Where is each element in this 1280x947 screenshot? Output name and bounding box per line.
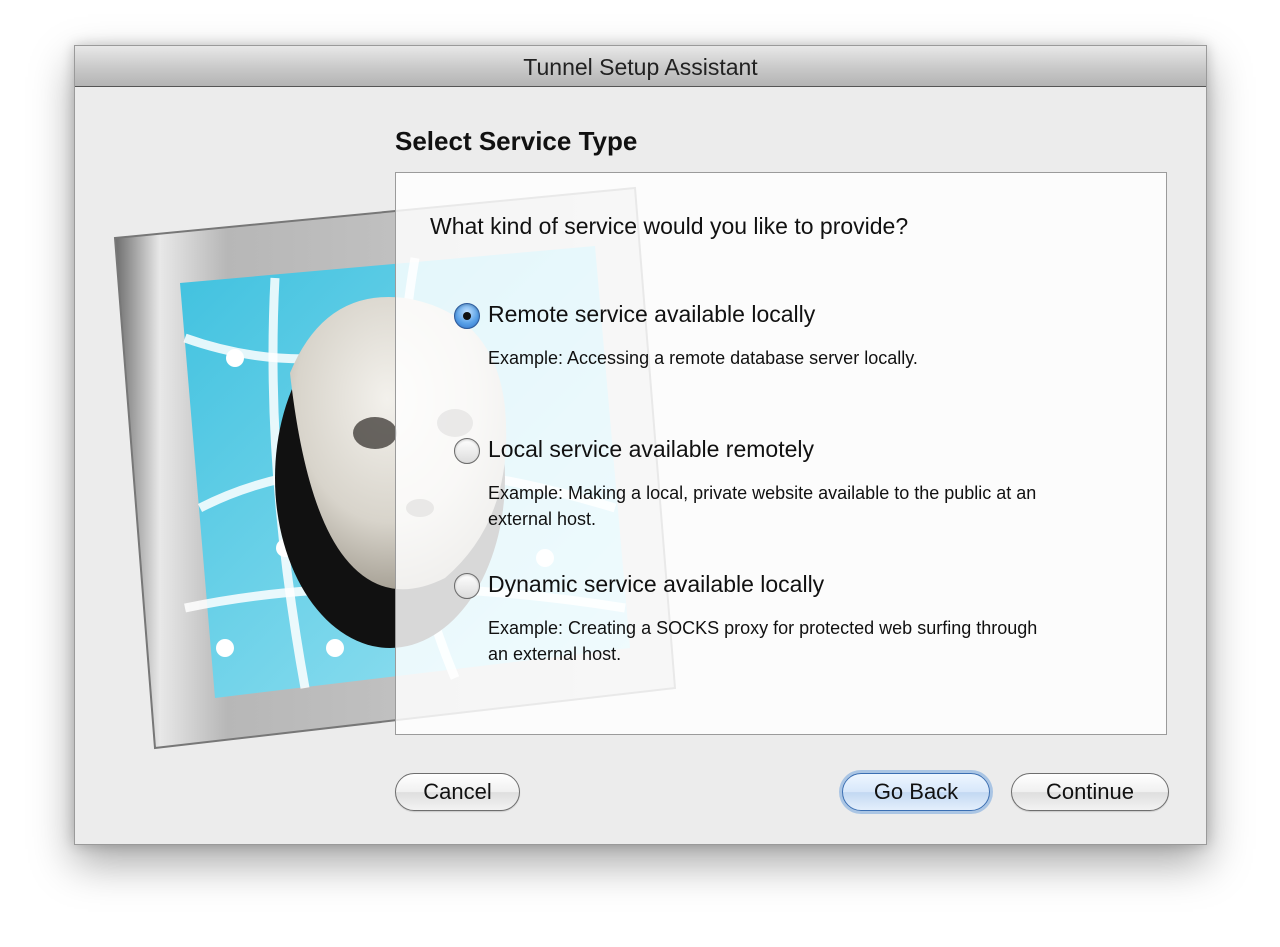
- option-description: Example: Accessing a remote database ser…: [488, 348, 918, 368]
- cancel-button[interactable]: Cancel: [395, 773, 520, 811]
- option-label[interactable]: Dynamic service available locally: [488, 571, 824, 598]
- question-text: What kind of service would you like to p…: [430, 213, 909, 239]
- radio-button-icon[interactable]: [454, 573, 480, 599]
- option-description: Example: Creating a SOCKS proxy for prot…: [488, 618, 1038, 664]
- radio-button-icon[interactable]: [454, 303, 480, 329]
- options-panel: What kind of service would you like to p…: [395, 172, 1167, 735]
- option-label[interactable]: Remote service available locally: [488, 301, 815, 328]
- continue-button[interactable]: Continue: [1011, 773, 1169, 811]
- assistant-window: Tunnel Setup Assistant Select Service Ty…: [74, 45, 1207, 845]
- page-title: Select Service Type: [395, 126, 638, 156]
- option-label[interactable]: Local service available remotely: [488, 436, 814, 463]
- window-title: Tunnel Setup Assistant: [75, 46, 1206, 87]
- radio-button-icon[interactable]: [454, 438, 480, 464]
- option-description: Example: Making a local, private website…: [488, 483, 1037, 529]
- go-back-button[interactable]: Go Back: [842, 773, 990, 811]
